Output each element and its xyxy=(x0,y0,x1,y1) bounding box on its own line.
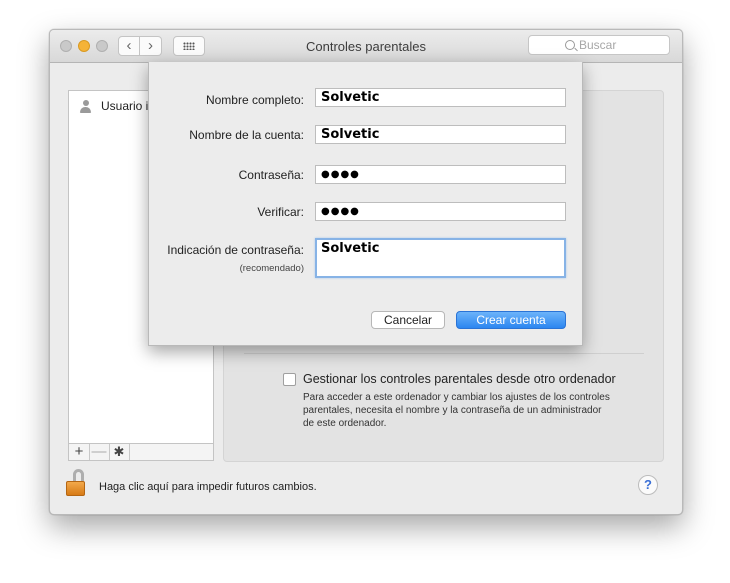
divider xyxy=(244,353,644,354)
user-icon xyxy=(79,100,92,113)
lock-icon[interactable] xyxy=(66,469,90,497)
full-name-field[interactable]: Solvetic xyxy=(315,88,566,107)
list-toolbar: + — ✱ xyxy=(68,443,214,461)
create-account-button[interactable]: Crear cuenta xyxy=(456,311,566,329)
manage-remotely-description: Para acceder a este ordenador y cambiar … xyxy=(303,392,610,429)
account-name-field[interactable]: Solvetic xyxy=(315,125,566,144)
manage-remotely-checkbox[interactable] xyxy=(283,373,296,386)
help-button[interactable]: ? xyxy=(638,475,658,495)
password-hint-field[interactable]: Solvetic xyxy=(315,238,566,278)
password-field[interactable]: ●●●● xyxy=(315,165,566,184)
user-name: Usuario ir xyxy=(101,99,153,113)
remove-user-button[interactable]: — xyxy=(89,444,110,460)
cancel-button[interactable]: Cancelar xyxy=(371,311,445,329)
hint-sublabel: (recomendado) xyxy=(239,263,304,274)
verify-field[interactable]: ●●●● xyxy=(315,202,566,221)
add-user-button[interactable]: + xyxy=(69,444,90,460)
new-account-sheet: Nombre completo: Solvetic Nombre de la c… xyxy=(148,62,583,346)
search-input[interactable]: Buscar xyxy=(528,35,670,55)
manage-remotely-label[interactable]: Gestionar los controles parentales desde… xyxy=(303,372,616,386)
lock-text: Haga clic aquí para impedir futuros camb… xyxy=(99,481,317,493)
search-placeholder: Buscar xyxy=(579,38,617,52)
search-icon xyxy=(565,40,575,50)
hint-label: Indicación de contraseña: xyxy=(167,243,304,257)
title-bar: ‹ › Controles parentales Buscar xyxy=(50,30,682,63)
account-name-label: Nombre de la cuenta: xyxy=(189,128,304,142)
full-name-label: Nombre completo: xyxy=(205,93,304,107)
gear-icon[interactable]: ✱ xyxy=(109,444,130,460)
password-label: Contraseña: xyxy=(238,168,304,182)
verify-label: Verificar: xyxy=(257,205,304,219)
